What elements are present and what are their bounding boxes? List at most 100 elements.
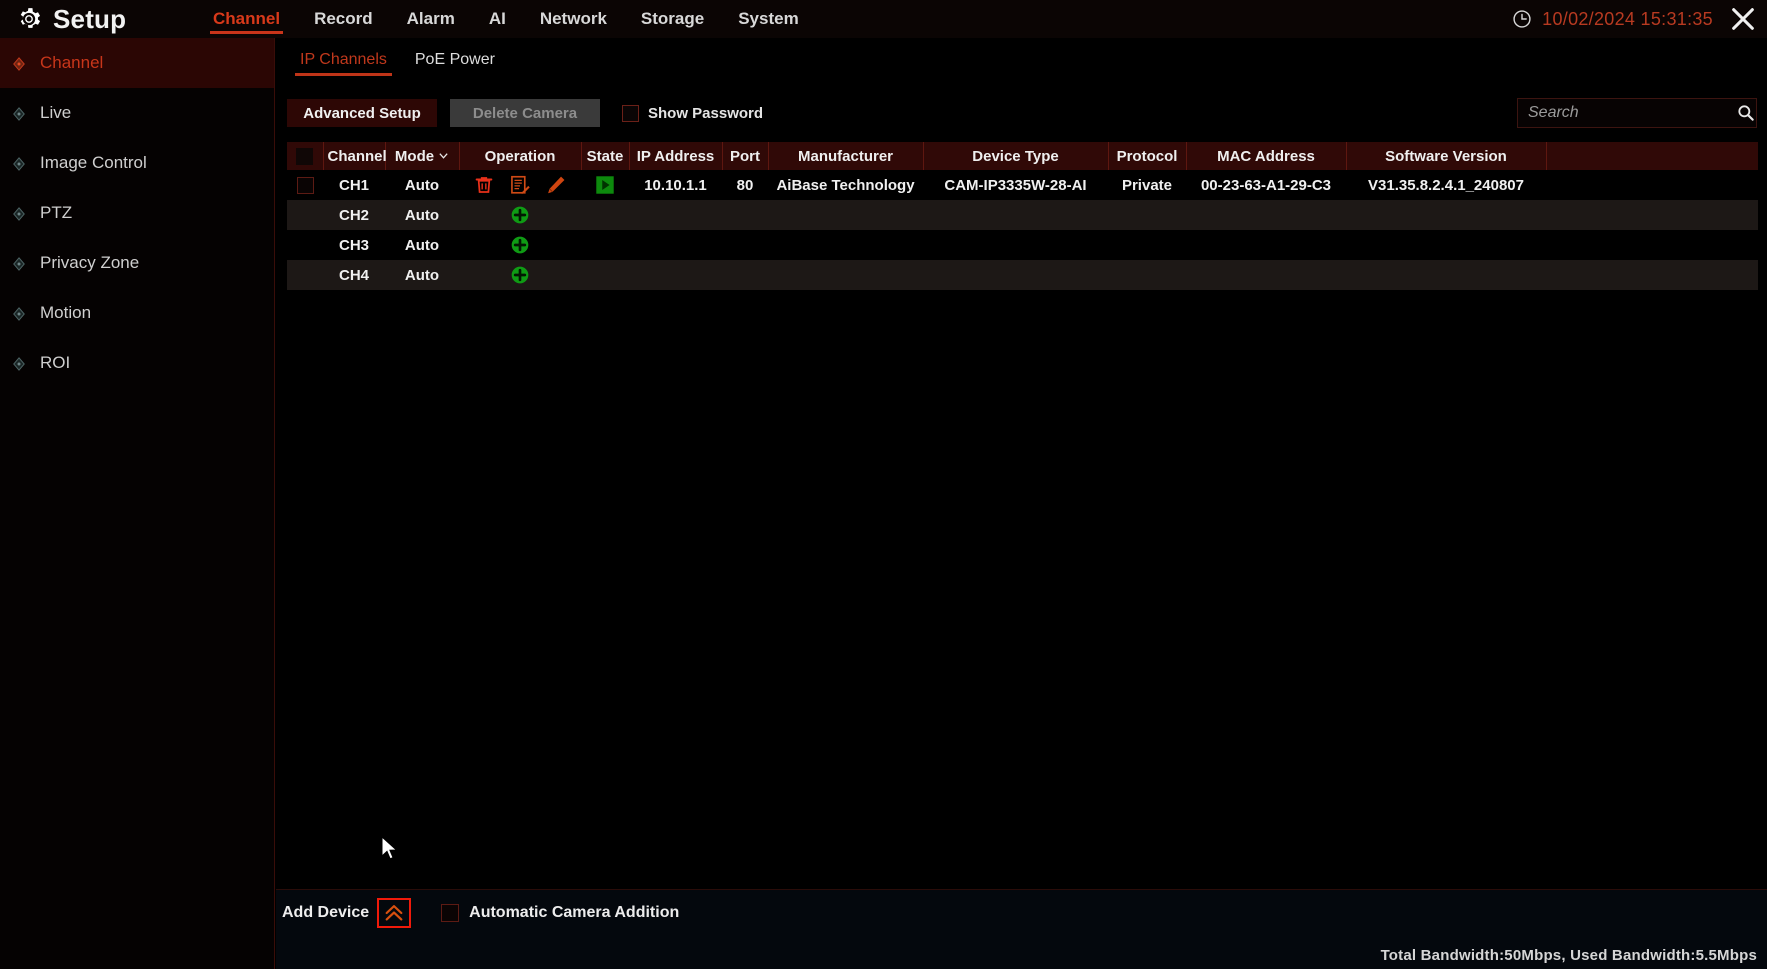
th-mode[interactable]: Mode: [385, 142, 460, 170]
diamond-icon: [12, 56, 26, 71]
row-checkbox[interactable]: [296, 176, 314, 194]
content-area: IP Channels PoE Power Advanced Setup Del…: [276, 38, 1767, 969]
brand: Setup: [0, 6, 196, 32]
cell-device-type: [923, 200, 1108, 230]
search-icon[interactable]: [1736, 103, 1756, 123]
toolbar: Advanced Setup Delete Camera Show Passwo…: [276, 92, 1767, 134]
sidebar-item-ptz[interactable]: PTZ: [0, 188, 274, 238]
add-camera-icon[interactable]: [510, 235, 530, 255]
edit-pencil-icon[interactable]: [545, 174, 567, 196]
cell-operation: [459, 230, 581, 260]
cell-operation: [459, 170, 581, 200]
cell-channel: CH4: [323, 260, 385, 290]
cell-port: 80: [722, 170, 768, 200]
sidebar-item-image-control-label: Image Control: [40, 153, 147, 172]
sidebar-item-channel[interactable]: Channel: [0, 38, 274, 88]
th-state-label: State: [586, 147, 624, 165]
chevron-double-up-icon: [383, 902, 405, 924]
cell-mac-address: 00-23-63-A1-29-C3: [1186, 170, 1346, 200]
tab-poe-power[interactable]: PoE Power: [401, 51, 509, 76]
nav-network[interactable]: Network: [523, 0, 624, 38]
add-device-expand-button[interactable]: [377, 898, 412, 928]
table-row[interactable]: CH1 Auto 10.10.1.1 80 AiBase Technology …: [287, 170, 1758, 200]
cell-device-type: [923, 260, 1108, 290]
cell-channel: CH3: [323, 230, 385, 260]
tab-ip-channels[interactable]: IP Channels: [286, 51, 401, 76]
sidebar-item-ptz-label: PTZ: [40, 203, 73, 222]
cell-port: [722, 200, 768, 230]
cell-port: [722, 230, 768, 260]
cell-state: [581, 260, 629, 290]
close-icon[interactable]: [1729, 5, 1757, 33]
nav-alarm[interactable]: Alarm: [390, 0, 472, 38]
table-body: CH1 Auto 10.10.1.1 80 AiBase Technology …: [287, 170, 1758, 290]
cell-channel: CH2: [323, 200, 385, 230]
nav-channel[interactable]: Channel: [196, 0, 297, 38]
search-box[interactable]: [1517, 98, 1757, 128]
cell-device-type: [923, 230, 1108, 260]
sidebar-item-motion-label: Motion: [40, 303, 92, 322]
th-device-type: Device Type: [923, 142, 1109, 170]
th-software-version: Software Version: [1346, 142, 1547, 170]
sidebar-item-image-control[interactable]: Image Control: [0, 138, 274, 188]
automatic-camera-addition-checkbox[interactable]: Automatic Camera Addition: [441, 904, 679, 922]
table-row[interactable]: CH4 Auto: [287, 260, 1758, 290]
mouse-cursor-icon: [381, 836, 398, 860]
add-camera-icon[interactable]: [510, 265, 530, 285]
table-row[interactable]: CH2 Auto: [287, 200, 1758, 230]
cell-state: [581, 200, 629, 230]
sidebar-item-privacy-zone[interactable]: Privacy Zone: [0, 238, 274, 288]
th-state: State: [581, 142, 630, 170]
sidebar-item-live-label: Live: [40, 103, 72, 122]
nav-storage[interactable]: Storage: [624, 0, 721, 38]
row-checkbox-cell[interactable]: [287, 170, 323, 200]
row-checkbox-cell: [287, 260, 323, 290]
add-device-label: Add Device: [282, 904, 370, 921]
th-operation: Operation: [459, 142, 582, 170]
th-manufacturer: Manufacturer: [768, 142, 924, 170]
ip-channels-table-wrapper: Channel Mode Operation State IP Address …: [287, 142, 1758, 290]
diamond-icon: [12, 206, 26, 221]
advanced-setup-button[interactable]: Advanced Setup: [287, 99, 437, 127]
cell-ip-address: 10.10.1.1: [629, 170, 722, 200]
cell-manufacturer: AiBase Technology: [768, 170, 923, 200]
bandwidth-status: Total Bandwidth:50Mbps, Used Bandwidth:5…: [1380, 947, 1757, 964]
nav-ai[interactable]: AI: [472, 0, 523, 38]
show-password-checkbox[interactable]: Show Password: [622, 104, 763, 122]
cell-software-version: V31.35.8.2.4.1_240807: [1346, 170, 1546, 200]
table-row[interactable]: CH3 Auto: [287, 230, 1758, 260]
cell-mode: Auto: [385, 200, 459, 230]
automatic-camera-addition-label: Automatic Camera Addition: [469, 904, 680, 921]
th-mac-address-label: MAC Address: [1217, 147, 1315, 165]
diamond-icon: [12, 256, 26, 271]
edit-params-icon[interactable]: [509, 174, 531, 196]
cell-ip-address: [629, 230, 722, 260]
th-select-all[interactable]: [287, 142, 324, 170]
sidebar-item-live[interactable]: Live: [0, 88, 274, 138]
delete-camera-button[interactable]: Delete Camera: [450, 99, 600, 127]
cell-manufacturer: [768, 230, 923, 260]
search-input[interactable]: [1528, 104, 1736, 122]
nav-record[interactable]: Record: [297, 0, 390, 38]
nav-storage-label: Storage: [640, 9, 705, 28]
cell-software-version: [1346, 230, 1546, 260]
cell-mode: Auto: [385, 260, 459, 290]
cell-protocol: [1108, 230, 1186, 260]
datetime-display: 10/02/2024 15:31:35: [1542, 8, 1713, 29]
th-mac-address: MAC Address: [1186, 142, 1347, 170]
sidebar-item-privacy-zone-label: Privacy Zone: [40, 253, 140, 272]
add-camera-icon[interactable]: [510, 205, 530, 225]
tab-poe-power-label: PoE Power: [414, 51, 495, 68]
cell-ip-address: [629, 200, 722, 230]
cell-state: [581, 230, 629, 260]
checkbox-box: [622, 104, 639, 122]
delete-icon[interactable]: [473, 174, 495, 196]
sidebar-item-roi[interactable]: ROI: [0, 338, 274, 388]
sidebar-item-motion[interactable]: Motion: [0, 288, 274, 338]
nav-ai-label: AI: [488, 9, 506, 28]
cell-mode: Auto: [385, 230, 459, 260]
nav-network-label: Network: [539, 9, 607, 28]
select-all-checkbox[interactable]: [296, 147, 314, 165]
play-icon[interactable]: [594, 174, 616, 196]
nav-system[interactable]: System: [721, 0, 815, 38]
